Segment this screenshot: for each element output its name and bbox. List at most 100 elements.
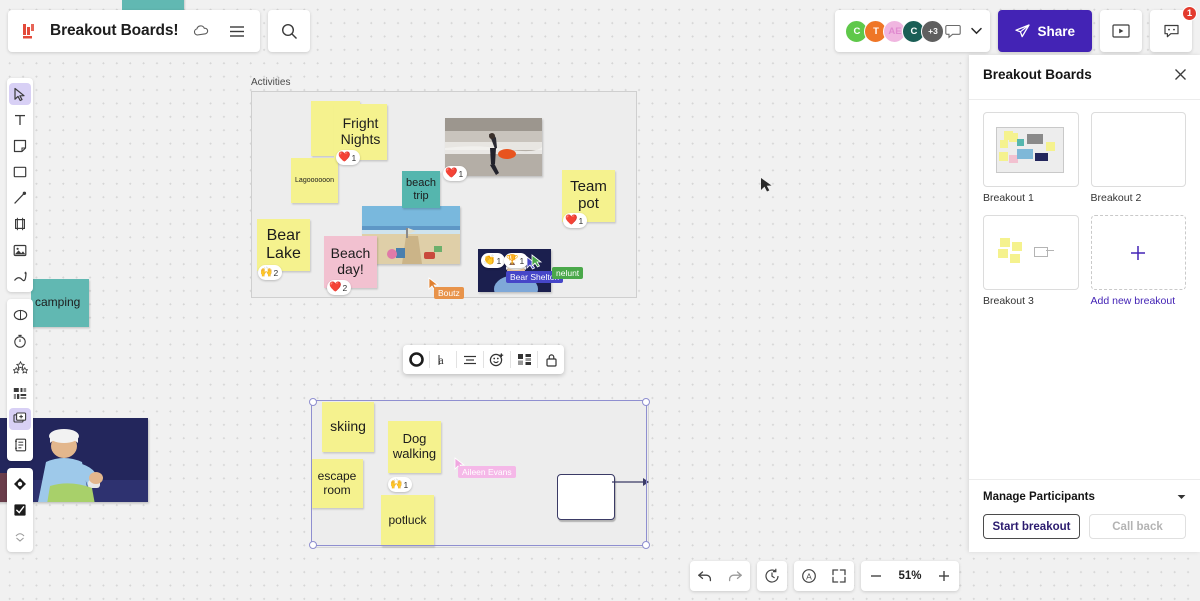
text-tool[interactable] (9, 109, 31, 131)
panel-footer: Manage Participants Start breakout Call … (969, 479, 1200, 552)
panel-title: Breakout Boards (983, 66, 1092, 82)
tasks-tool[interactable] (9, 499, 31, 521)
present-button[interactable] (1100, 10, 1142, 52)
breakout-thumbnail[interactable] (983, 215, 1079, 290)
reaction-count: 1 (351, 152, 357, 163)
chat-bubble-icon[interactable] (943, 22, 962, 41)
zoom-in-button[interactable] (929, 561, 959, 591)
history-clock-group (757, 561, 787, 591)
resize-handle-bottom-right[interactable] (641, 540, 650, 549)
thumbnail-frame (996, 127, 1064, 173)
element-context-toolbar[interactable]: a (403, 345, 564, 374)
notification-badge: 1 (1182, 6, 1197, 21)
reaction-heart[interactable]: ❤️ 1 (563, 213, 588, 228)
resize-handle-top-right[interactable] (641, 397, 650, 406)
reaction-trophy[interactable]: 🏆 1 (504, 253, 529, 268)
miro-board-app: Activities Fright Nights Lagoooooon beac… (0, 0, 1200, 601)
reaction-clap[interactable]: 👏 1 (481, 253, 506, 268)
sticky-note-lagoon[interactable]: Lagoooooon (291, 158, 338, 203)
breakout-name: Breakout 1 (983, 192, 1034, 204)
reaction-emoji: 👏 (483, 254, 496, 266)
search-button[interactable] (268, 10, 311, 52)
align-lines-icon[interactable] (457, 345, 483, 374)
comment-tool[interactable] (9, 304, 31, 326)
checkbox-task-icon (14, 504, 26, 516)
svg-text:A: A (806, 571, 812, 581)
image-tool[interactable] (9, 239, 31, 261)
page-title: Breakout Boards! (50, 22, 179, 39)
templates-tool[interactable] (9, 382, 31, 404)
apps-tool[interactable] (9, 473, 31, 495)
chevron-down-icon[interactable] (971, 27, 983, 35)
reaction-hands[interactable]: 🙌 2 (258, 265, 283, 280)
shape-tool[interactable] (9, 161, 31, 183)
manage-participants-row[interactable]: Manage Participants (983, 491, 1186, 503)
history-clock-icon (765, 568, 779, 583)
top-header-bar: Breakout Boards! (8, 10, 311, 52)
reaction-count: 2 (342, 282, 348, 293)
start-breakout-button[interactable]: Start breakout (983, 514, 1080, 539)
undo-arrow-icon (698, 571, 712, 582)
reaction-emoji: 🙌 (260, 266, 273, 278)
add-new-breakout-card[interactable]: Add new breakout (1090, 215, 1187, 307)
breakout-card-2[interactable]: Breakout 2 (1090, 112, 1186, 204)
reaction-emoji: ❤️ (329, 281, 342, 293)
frame-tool[interactable] (9, 213, 31, 235)
redo-arrow-icon (728, 571, 742, 582)
thumb-note (1017, 139, 1024, 146)
reaction-heart[interactable]: ❤️ 1 (443, 166, 468, 181)
sticky-note-bear-lake[interactable]: Bear Lake (257, 219, 310, 271)
share-label: Share (1037, 23, 1075, 39)
sticky-note-tool[interactable] (9, 135, 31, 157)
breakout-thumbnail[interactable] (1090, 112, 1186, 187)
voting-tool[interactable] (9, 356, 31, 378)
breakout-boards-panel: Breakout Boards Breakout 1 Breakout 2 Br… (969, 55, 1200, 552)
zoom-level[interactable]: 51% (891, 570, 929, 582)
timer-tool[interactable] (9, 330, 31, 352)
sticky-note-camping[interactable]: camping (31, 279, 89, 327)
select-tool[interactable] (9, 83, 31, 105)
lock-icon[interactable] (538, 345, 564, 374)
collaborator-avatars: C T AE C +3 (835, 10, 991, 52)
app-logo-icon[interactable] (20, 20, 40, 42)
reaction-heart[interactable]: ❤️ 2 (327, 280, 352, 295)
cloud-save-icon[interactable] (188, 18, 214, 44)
reaction-hands[interactable]: 🙌 1 (388, 477, 413, 492)
emoji-plus-icon[interactable] (484, 345, 510, 374)
sticky-note-icon (13, 139, 27, 153)
font-icon[interactable]: a (430, 345, 456, 374)
connector-tool[interactable] (9, 265, 31, 287)
share-button[interactable]: Share (998, 10, 1092, 52)
avatar-overflow[interactable]: +3 (921, 19, 945, 43)
add-breakout-thumbnail[interactable] (1090, 215, 1186, 290)
pen-tool[interactable] (9, 187, 31, 209)
footer-buttons: Start breakout Call back (983, 514, 1186, 539)
resize-handle-bottom-left[interactable] (308, 540, 317, 549)
add-new-breakout-label[interactable]: Add new breakout (1091, 295, 1187, 307)
sticky-note-beach-trip[interactable]: beach trip (402, 171, 440, 208)
breakout-card-1[interactable]: Breakout 1 (983, 112, 1079, 204)
notes-tool[interactable] (9, 434, 31, 456)
frame-icon (14, 217, 26, 231)
fit-to-screen-button[interactable] (824, 561, 854, 591)
history-button[interactable] (757, 561, 787, 591)
reaction-heart[interactable]: ❤️ 1 (336, 150, 361, 165)
resize-handle-top-left[interactable] (308, 397, 317, 406)
undo-button[interactable] (690, 561, 720, 591)
history-group (690, 561, 750, 591)
comments-button[interactable]: 1 (1150, 6, 1197, 52)
hamburger-menu-icon[interactable] (224, 18, 250, 44)
breakout-boards-tool[interactable] (9, 408, 31, 430)
more-tool[interactable] (9, 525, 31, 547)
redo-button[interactable] (720, 561, 750, 591)
grid-layout-icon[interactable] (511, 345, 537, 374)
accessibility-button[interactable]: A (794, 561, 824, 591)
chevron-down-icon[interactable] (1177, 492, 1186, 502)
color-circle-icon[interactable] (403, 345, 429, 374)
breakout-thumbnail[interactable] (983, 112, 1079, 187)
more-chevron-icon (15, 532, 25, 542)
zoom-out-button[interactable] (861, 561, 891, 591)
breakout-card-3[interactable]: Breakout 3 (983, 215, 1079, 307)
close-icon[interactable] (1174, 68, 1187, 81)
thumb-image (1035, 153, 1048, 161)
